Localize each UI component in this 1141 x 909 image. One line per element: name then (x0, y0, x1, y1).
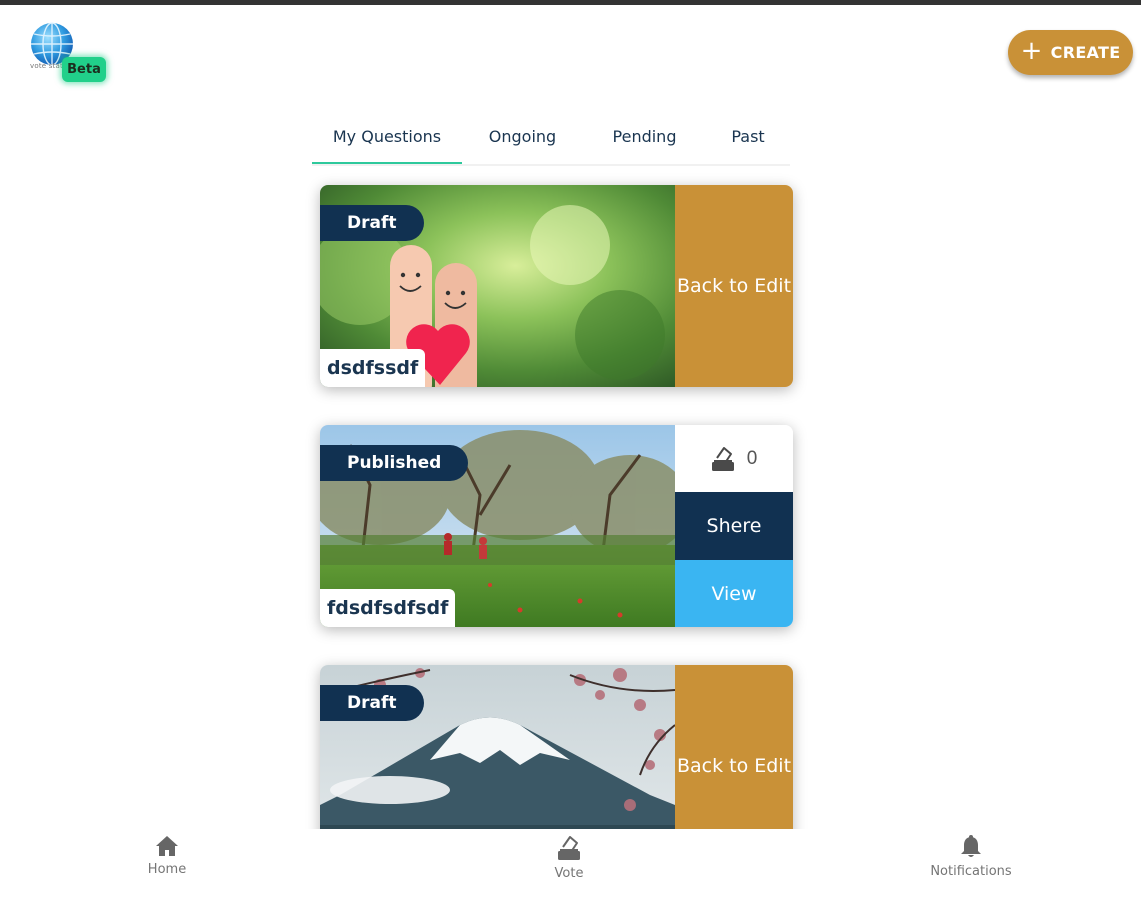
ballot-box-icon (711, 446, 734, 471)
share-button[interactable]: Shere (675, 492, 793, 560)
question-card[interactable]: Draft Back to Edit (320, 665, 793, 829)
status-badge: Draft (320, 205, 424, 241)
create-button-label: CREATE (1050, 43, 1121, 62)
plus-icon: + (1020, 36, 1043, 66)
card-title: fdsdfsdfsdf (320, 589, 456, 627)
beta-badge: Beta (62, 57, 106, 82)
status-badge: Draft (320, 685, 424, 721)
ballot-box-icon (558, 836, 580, 860)
question-list[interactable]: Draft dsdfssdf Back to Edit Published fd… (0, 166, 1141, 829)
nav-notifications-label: Notifications (930, 864, 1012, 879)
vote-count: 0 (675, 425, 793, 492)
home-icon (156, 836, 178, 856)
app-logo[interactable]: vote stat Beta (26, 22, 110, 86)
question-card[interactable]: Draft dsdfssdf Back to Edit (320, 185, 793, 387)
status-badge: Published (320, 445, 469, 481)
view-button[interactable]: View (675, 560, 793, 627)
nav-vote[interactable]: Vote (514, 835, 624, 881)
vote-count-value: 0 (746, 447, 758, 469)
tab-pending[interactable]: Pending (583, 108, 706, 164)
create-button[interactable]: + CREATE (1008, 30, 1133, 75)
logo-caption: vote stat (30, 62, 63, 70)
card-title: dsdfssdf (320, 349, 426, 387)
nav-vote-label: Vote (554, 866, 584, 881)
nav-notifications[interactable]: Notifications (916, 835, 1026, 879)
back-to-edit-button[interactable]: Back to Edit (675, 185, 793, 387)
back-to-edit-button[interactable]: Back to Edit (675, 665, 793, 829)
bottom-navigation: Home Vote Notifications (0, 829, 1141, 909)
nav-home-label: Home (147, 862, 187, 877)
tab-my-questions[interactable]: My Questions (312, 108, 462, 164)
tab-past[interactable]: Past (706, 108, 790, 164)
question-card[interactable]: Published fdsdfsdfsdf 0 Shere View (320, 425, 793, 627)
nav-home[interactable]: Home (112, 835, 222, 877)
top-edge-bar (0, 0, 1141, 5)
question-tabs: My Questions Ongoing Pending Past (312, 108, 790, 164)
bell-icon (961, 835, 981, 857)
tab-ongoing[interactable]: Ongoing (462, 108, 583, 164)
